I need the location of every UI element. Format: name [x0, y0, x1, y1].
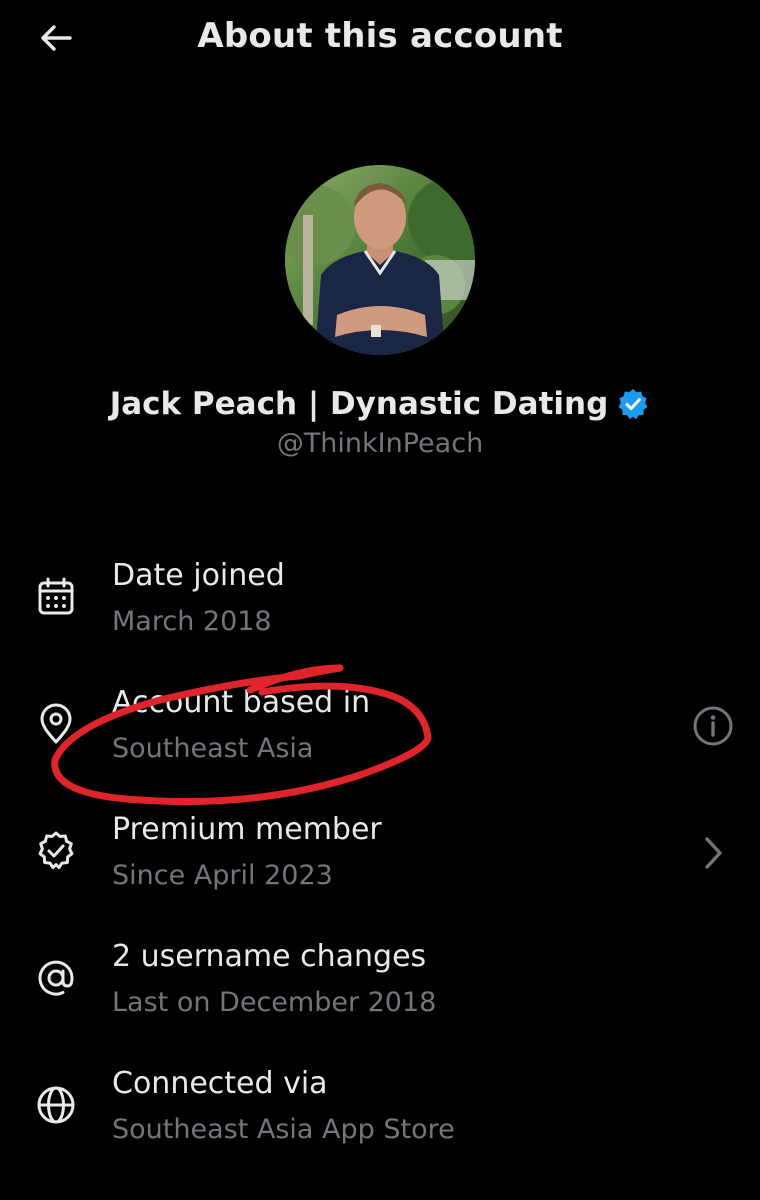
profile-photo — [285, 165, 475, 355]
top-bar: About this account — [0, 0, 760, 80]
row-title: Connected via — [112, 1066, 328, 1101]
profile-handle: @ThinkInPeach — [276, 428, 484, 459]
list-item-date-joined: Date joined March 2018 — [0, 548, 760, 658]
info-button[interactable] — [690, 703, 736, 749]
row-subtitle: Since April 2023 — [112, 860, 333, 891]
chevron-right-icon — [705, 837, 722, 869]
row-subtitle: Southeast Asia App Store — [112, 1114, 455, 1145]
avatar — [285, 165, 475, 355]
list-item-premium-member[interactable]: Premium member Since April 2023 — [0, 802, 760, 912]
list-item-account-based-in: Account based in Southeast Asia — [0, 675, 760, 785]
row-title: Date joined — [112, 558, 285, 593]
list-item-username-changes: 2 username changes Last on December 2018 — [0, 929, 760, 1039]
verified-seal-icon — [33, 828, 79, 874]
row-subtitle: March 2018 — [112, 606, 272, 637]
row-title: 2 username changes — [112, 939, 427, 974]
profile-name-row: Jack Peach | Dynastic Dating — [0, 386, 760, 422]
page-title: About this account — [197, 16, 563, 56]
profile-display-name: Jack Peach | Dynastic Dating — [109, 386, 609, 422]
verified-badge-icon — [618, 389, 648, 420]
row-title: Account based in — [112, 685, 371, 720]
list-item-connected-via: Connected via Southeast Asia App Store — [0, 1056, 760, 1166]
calendar-icon — [33, 574, 79, 620]
location-pin-icon — [33, 701, 79, 747]
row-title: Premium member — [112, 812, 382, 847]
info-icon — [693, 706, 733, 746]
at-sign-icon — [33, 955, 79, 1001]
row-subtitle: Southeast Asia — [112, 733, 314, 764]
globe-icon — [33, 1082, 79, 1128]
row-subtitle: Last on December 2018 — [112, 987, 437, 1018]
premium-details-button[interactable] — [690, 830, 736, 876]
